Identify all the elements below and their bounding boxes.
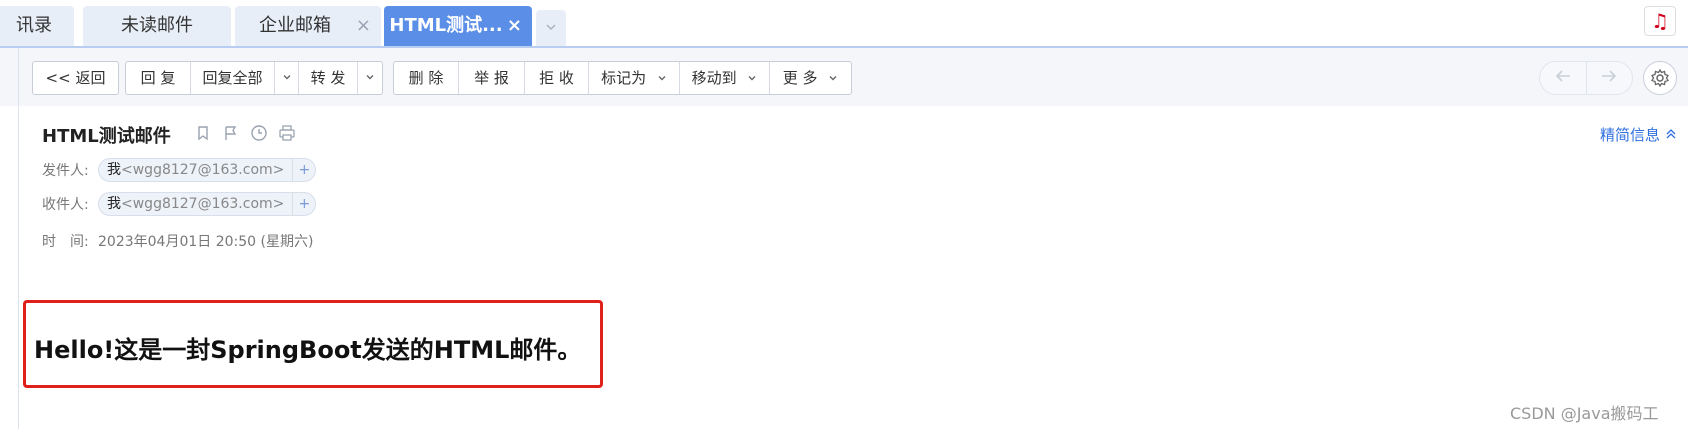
sent-time: 2023年04月01日 20:50 (星期六) bbox=[98, 234, 314, 250]
tab-label: 未读邮件 bbox=[121, 15, 193, 36]
tab-contacts[interactable]: 讯录 bbox=[0, 6, 74, 46]
move-to-label: 移动到 bbox=[691, 69, 737, 87]
tab-more-button[interactable] bbox=[536, 10, 566, 46]
bookmark-icon[interactable] bbox=[194, 124, 212, 142]
recipient-name: 我 bbox=[107, 196, 121, 212]
tab-label: 讯录 bbox=[16, 15, 52, 36]
more-label: 更 多 bbox=[782, 69, 818, 87]
watermark: CSDN @Java搬码工 bbox=[1510, 404, 1659, 423]
arrow-right-icon bbox=[1602, 70, 1617, 82]
chevron-down-icon bbox=[283, 75, 290, 80]
back-group: << 返回 bbox=[32, 61, 119, 95]
mail-toolbar: << 返回 回 复 回复全部 转 发 删 除 举 报 拒 收 标记为 移动到 更… bbox=[19, 48, 1688, 106]
close-icon[interactable]: × bbox=[356, 6, 371, 46]
next-mail-button[interactable] bbox=[1587, 62, 1633, 94]
chevron-down-icon bbox=[546, 24, 556, 31]
tab-enterprise-mailbox[interactable]: 企业邮箱 × bbox=[235, 6, 381, 46]
arrow-left-icon bbox=[1555, 70, 1570, 82]
gear-icon bbox=[1651, 68, 1669, 88]
action-group: 删 除 举 报 拒 收 标记为 移动到 更 多 bbox=[393, 61, 852, 95]
subject-actions bbox=[194, 124, 296, 142]
previous-mail-button[interactable] bbox=[1540, 62, 1587, 94]
mark-as-label: 标记为 bbox=[601, 69, 647, 87]
chevron-down-icon bbox=[748, 76, 756, 81]
chevron-up-icon bbox=[1666, 129, 1676, 139]
reply-button[interactable]: 回 复 bbox=[126, 62, 191, 94]
forward-dropdown[interactable] bbox=[358, 62, 382, 94]
tab-label: 企业邮箱 bbox=[259, 15, 331, 36]
report-button[interactable]: 举 报 bbox=[459, 62, 525, 94]
recipient-email: <wgg8127@163.com> bbox=[121, 196, 285, 212]
more-button[interactable]: 更 多 bbox=[770, 62, 851, 94]
music-note-icon[interactable]: ♫ bbox=[1644, 6, 1676, 36]
chevron-down-icon bbox=[658, 76, 666, 81]
brief-info-link[interactable]: 精简信息 bbox=[1600, 124, 1677, 145]
tab-label: HTML测试... bbox=[389, 15, 503, 36]
settings-button[interactable] bbox=[1643, 61, 1677, 95]
sender-name: 我 bbox=[107, 162, 121, 178]
forward-button[interactable]: 转 发 bbox=[299, 62, 358, 94]
reply-all-button[interactable]: 回复全部 bbox=[191, 62, 275, 94]
back-button[interactable]: << 返回 bbox=[33, 62, 118, 94]
tab-bar: 讯录 未读邮件 企业邮箱 × HTML测试... × ♫ bbox=[0, 0, 1688, 48]
time-label: 时 间: bbox=[42, 234, 89, 250]
recipient-row: 收件人: 我<wgg8127@163.com> + bbox=[42, 192, 317, 216]
mail-body: Hello!这是一封SpringBoot发送的HTML邮件。 bbox=[34, 336, 582, 364]
delete-button[interactable]: 删 除 bbox=[394, 62, 459, 94]
brief-info-label: 精简信息 bbox=[1600, 126, 1661, 144]
reply-all-dropdown[interactable] bbox=[275, 62, 299, 94]
time-row: 时 间: 2023年04月01日 20:50 (星期六) bbox=[42, 231, 313, 251]
chevron-down-icon bbox=[829, 76, 837, 81]
recipient-chip[interactable]: 我<wgg8127@163.com> + bbox=[98, 192, 317, 216]
mail-navigation bbox=[1539, 61, 1633, 95]
add-contact-icon[interactable]: + bbox=[293, 159, 315, 181]
close-icon[interactable]: × bbox=[507, 6, 522, 46]
flag-icon[interactable] bbox=[222, 124, 240, 142]
left-panel-edge bbox=[0, 48, 18, 106]
sender-label: 发件人: bbox=[42, 163, 89, 179]
tab-unread[interactable]: 未读邮件 bbox=[83, 6, 231, 46]
tab-html-test[interactable]: HTML测试... × bbox=[384, 6, 532, 46]
reject-button[interactable]: 拒 收 bbox=[525, 62, 589, 94]
print-icon[interactable] bbox=[278, 124, 296, 142]
add-contact-icon[interactable]: + bbox=[293, 193, 315, 215]
clock-icon[interactable] bbox=[250, 124, 268, 142]
reply-group: 回 复 回复全部 转 发 bbox=[125, 61, 383, 95]
recipient-label: 收件人: bbox=[42, 197, 89, 213]
chevron-down-icon bbox=[366, 75, 374, 80]
mail-subject: HTML测试邮件 bbox=[42, 126, 171, 147]
move-to-button[interactable]: 移动到 bbox=[680, 62, 770, 94]
mark-as-button[interactable]: 标记为 bbox=[589, 62, 680, 94]
sender-chip[interactable]: 我<wgg8127@163.com> + bbox=[98, 158, 317, 182]
sender-email: <wgg8127@163.com> bbox=[121, 162, 285, 178]
sender-row: 发件人: 我<wgg8127@163.com> + bbox=[42, 158, 317, 182]
